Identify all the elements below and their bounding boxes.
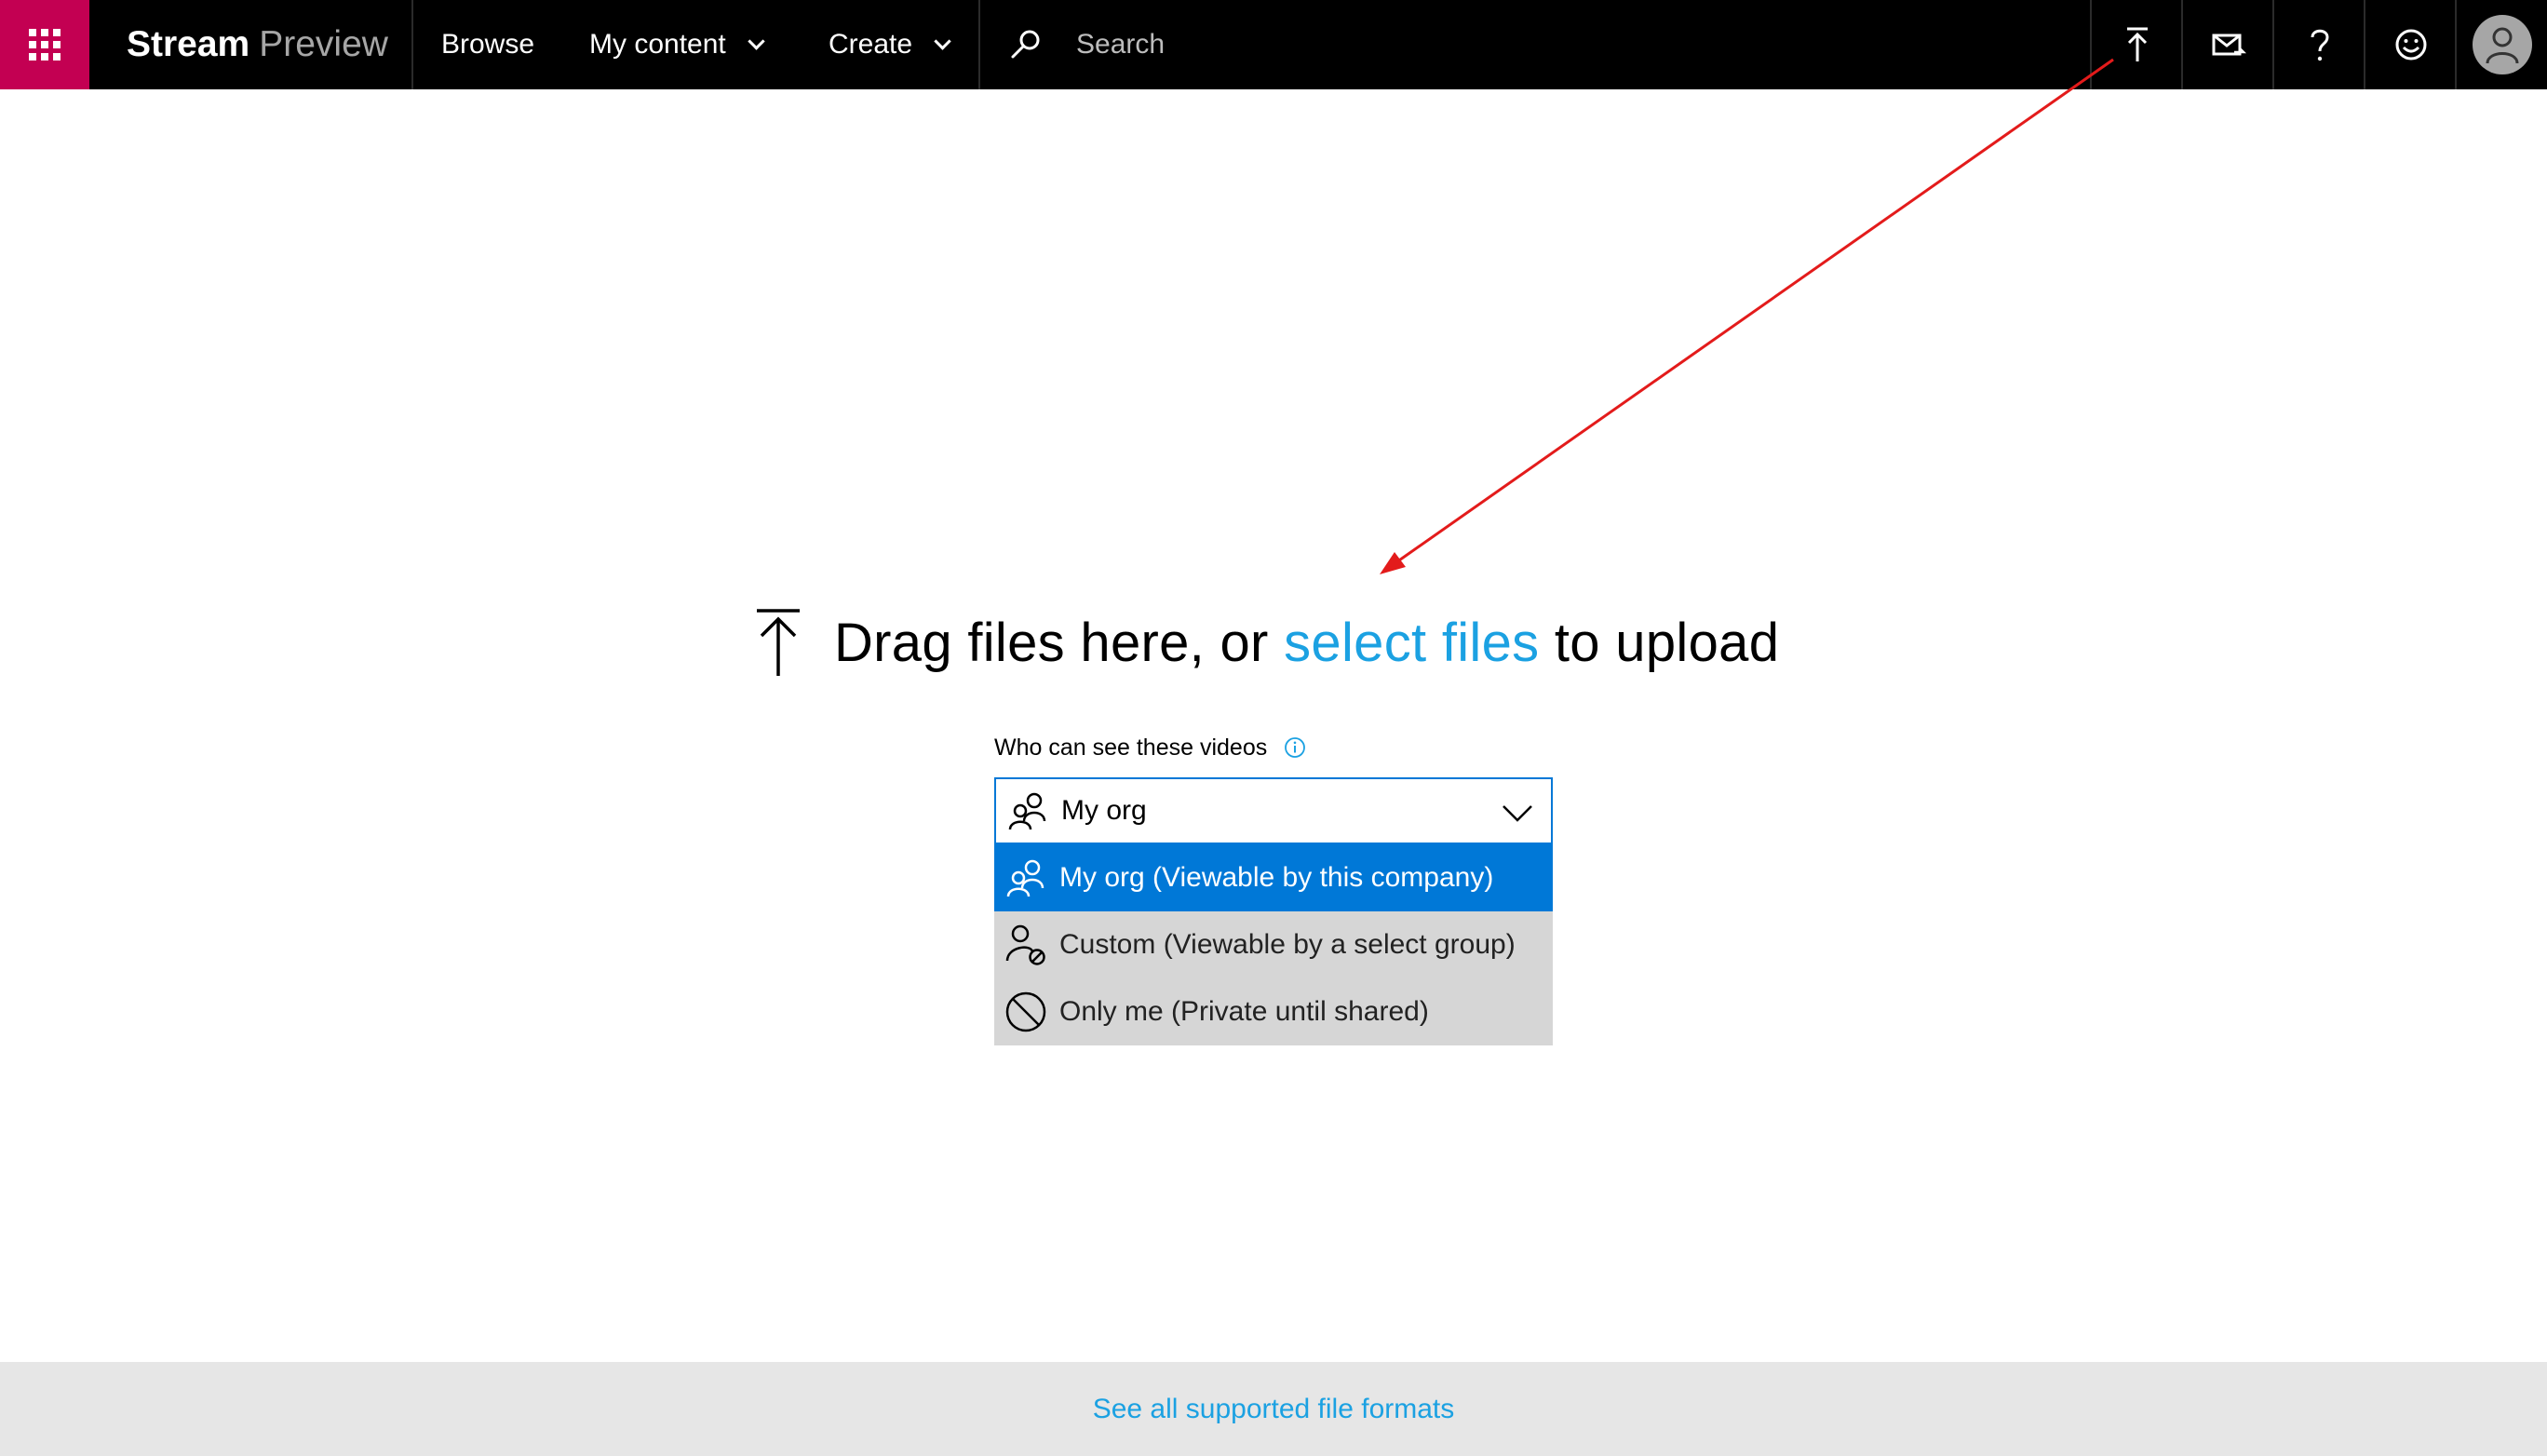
avatar-icon [2486, 27, 2518, 64]
nav-create-label: Create [829, 29, 913, 60]
search-input[interactable] [1076, 29, 1728, 61]
help-icon [2311, 29, 2329, 61]
people-icon [1007, 790, 1048, 831]
account-button[interactable] [2457, 0, 2547, 89]
divider [411, 0, 413, 89]
nav-browse-label: Browse [441, 29, 535, 60]
nav-create[interactable]: Create [829, 0, 951, 89]
person-block-icon [1004, 923, 1048, 967]
search-icon [1011, 30, 1040, 59]
feedback-button[interactable] [2365, 0, 2456, 89]
visibility-option-my-org[interactable]: My org (Viewable by this company) [994, 844, 1553, 911]
brand-primary: Stream [127, 24, 250, 64]
divider [978, 0, 980, 89]
top-bar: Stream Preview Browse My content Create [0, 0, 2547, 89]
avatar [2472, 15, 2532, 74]
visibility-select-value: My org [1061, 795, 1147, 826]
help-button[interactable] [2274, 0, 2365, 89]
visibility-option-label: Custom (Viewable by a select group) [1059, 929, 1516, 960]
annotation-arrow [1380, 58, 2114, 574]
brand-secondary: Preview [259, 24, 388, 64]
upload-prefix: Drag files here, or [834, 612, 1269, 673]
visibility-option-label: My org (Viewable by this company) [1059, 862, 1494, 893]
chevron-down-icon [748, 32, 765, 50]
footer: See all supported file formats [0, 1362, 2547, 1456]
waffle-icon [29, 29, 61, 61]
nav-browse[interactable]: Browse [441, 0, 534, 89]
nav-my-content-label: My content [589, 29, 726, 60]
feedback-icon [2395, 29, 2426, 61]
block-icon [1004, 990, 1048, 1034]
info-icon[interactable] [1284, 736, 1306, 759]
search-box[interactable] [1009, 0, 2089, 89]
nav-my-content[interactable]: My content [589, 0, 765, 89]
upload-instructions: Drag files here, or select files to uplo… [834, 612, 1779, 674]
chevron-down-icon [934, 32, 951, 50]
upload-icon [2126, 27, 2148, 61]
upload-button[interactable] [2092, 0, 2182, 89]
upload-suffix: to upload [1554, 612, 1780, 673]
mail-icon [2212, 34, 2246, 56]
chevron-down-icon [1503, 805, 1532, 822]
people-icon [1004, 856, 1048, 900]
visibility-label-text: Who can see these videos [994, 734, 1268, 761]
upload-drop-zone[interactable]: Drag files here, or select files to uplo… [752, 605, 1779, 680]
visibility-option-label: Only me (Private until shared) [1059, 996, 1429, 1027]
app-launcher-button[interactable] [0, 0, 89, 89]
visibility-option-custom[interactable]: Custom (Viewable by a select group) [994, 911, 1553, 978]
mail-button[interactable] [2183, 0, 2273, 89]
visibility-option-only-me[interactable]: Only me (Private until shared) [994, 978, 1553, 1045]
upload-icon [757, 609, 800, 676]
visibility-dropdown-menu: My org (Viewable by this company) Custom… [994, 844, 1553, 1045]
select-files-link[interactable]: select files [1284, 613, 1539, 673]
brand-logo[interactable]: Stream Preview [127, 0, 388, 89]
supported-formats-link[interactable]: See all supported file formats [1093, 1394, 1455, 1425]
visibility-select[interactable]: My org [994, 777, 1553, 844]
visibility-label: Who can see these videos [994, 732, 1306, 763]
